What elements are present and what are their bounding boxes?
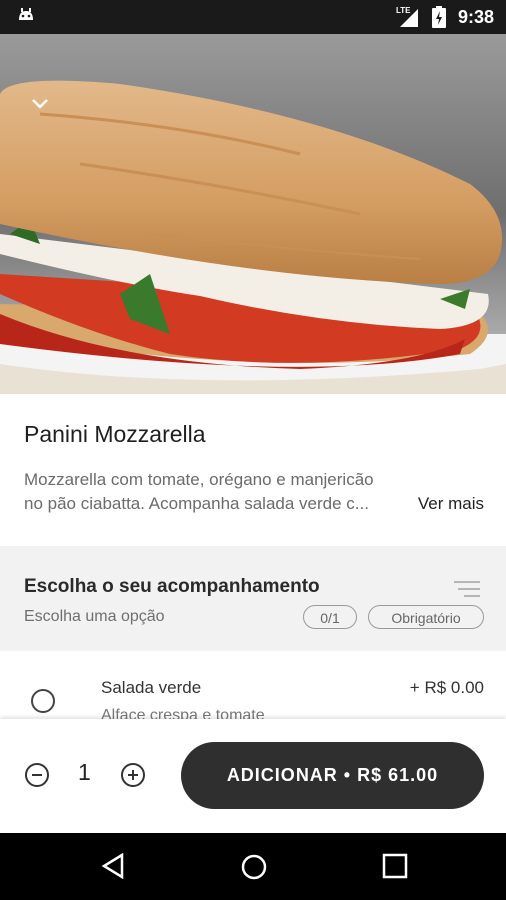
increase-quantity-button[interactable] xyxy=(121,763,145,787)
selection-count-badge: 0/1 xyxy=(303,605,357,629)
product-image xyxy=(0,34,506,394)
section-heading: Escolha o seu acompanhamento xyxy=(24,576,320,597)
section-subheading: Escolha uma opção xyxy=(24,608,165,625)
option-price: + R$ 0.00 xyxy=(409,678,484,697)
product-title: Panini Mozzarella xyxy=(24,421,206,447)
radio-button[interactable] xyxy=(31,689,55,713)
quantity-value: 1 xyxy=(78,759,91,785)
add-to-cart-button[interactable]: ADICIONAR • R$ 61.00 xyxy=(181,742,484,809)
back-triangle-icon[interactable] xyxy=(100,853,126,879)
navigation-bar xyxy=(0,833,506,900)
battery-charging-icon xyxy=(432,6,446,33)
list-item[interactable]: Salada verde + R$ 0.00 Alface crespa e t… xyxy=(0,651,506,719)
options-section-header: Escolha o seu acompanhamento Escolha uma… xyxy=(0,546,506,651)
product-description-text: Mozzarella com tomate, orégano e manjeri… xyxy=(24,470,374,513)
collapse-chevron-icon[interactable] xyxy=(26,90,54,118)
clock: 9:38 xyxy=(457,7,494,27)
android-icon xyxy=(16,6,36,31)
see-more-link[interactable]: Ver mais xyxy=(413,492,484,516)
option-name: Salada verde xyxy=(101,678,202,697)
required-badge: Obrigatório xyxy=(368,605,484,629)
filter-lines-icon xyxy=(454,580,480,605)
home-circle-icon[interactable] xyxy=(240,853,268,881)
option-description: Alface crespa e tomate xyxy=(101,707,265,719)
decrease-quantity-button[interactable] xyxy=(25,763,49,787)
signal-icon xyxy=(398,8,420,33)
recents-square-icon[interactable] xyxy=(382,853,408,879)
product-description: Mozzarella com tomate, orégano e manjeri… xyxy=(24,468,486,516)
status-bar: LTE 9:38 xyxy=(0,0,506,34)
bottom-bar: 1 ADICIONAR • R$ 61.00 xyxy=(0,719,506,833)
